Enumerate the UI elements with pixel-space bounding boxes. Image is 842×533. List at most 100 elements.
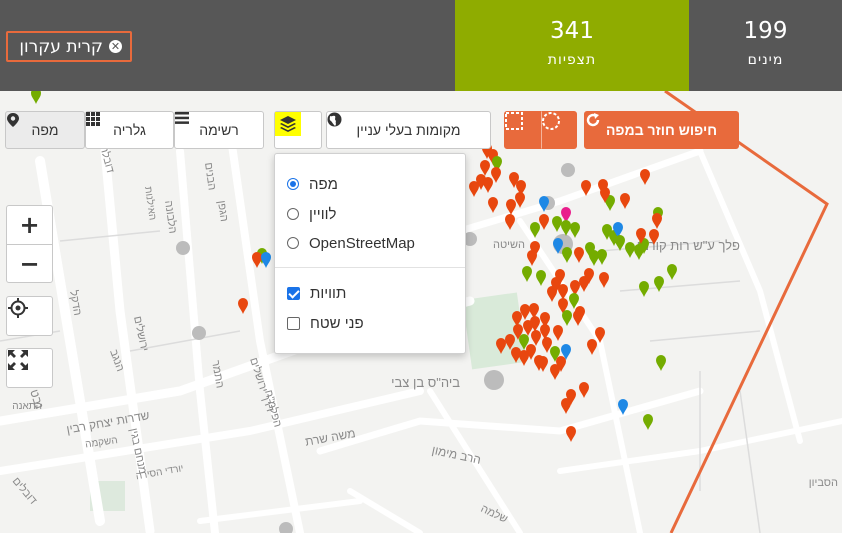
- fullscreen-button[interactable]: [6, 348, 53, 388]
- map-view-button[interactable]: מפה: [5, 111, 85, 149]
- observation-marker[interactable]: [654, 276, 664, 292]
- close-circle-icon[interactable]: ✕: [109, 40, 122, 53]
- bus-stop-icon: [279, 522, 293, 533]
- map-label: הרב מימון: [431, 443, 483, 467]
- circle-select-icon: [542, 112, 560, 130]
- overlay-terrain-option[interactable]: פני שטח: [287, 312, 364, 334]
- grid-icon: [86, 112, 100, 126]
- map-label: ביה"ס בן צבי: [391, 375, 460, 390]
- zoom-in-icon: +: [19, 211, 40, 239]
- map-label: הגפן: [215, 200, 230, 223]
- radio-button[interactable]: [287, 178, 299, 190]
- base-layer-map-option[interactable]: מפה: [287, 173, 338, 195]
- globe-icon: [327, 112, 342, 127]
- list-icon: [175, 112, 189, 124]
- observation-marker[interactable]: [579, 382, 589, 398]
- observation-marker[interactable]: [570, 222, 580, 238]
- zoom-control: + −: [6, 205, 53, 283]
- observation-marker[interactable]: [550, 364, 560, 380]
- observation-marker[interactable]: [483, 177, 493, 193]
- map-marker-icon: [7, 113, 19, 127]
- observation-marker[interactable]: [640, 169, 650, 185]
- observation-marker[interactable]: [639, 281, 649, 297]
- base-layer-osm-option[interactable]: OpenStreetMap: [287, 232, 415, 254]
- observation-marker[interactable]: [515, 192, 525, 208]
- observation-marker[interactable]: [620, 193, 630, 209]
- map-label: דובלים: [10, 475, 40, 507]
- observation-marker[interactable]: [505, 214, 515, 230]
- map-view-label: מפה: [31, 122, 59, 138]
- observation-marker[interactable]: [527, 250, 537, 266]
- fullscreen-icon: [8, 350, 28, 370]
- observation-marker[interactable]: [566, 426, 576, 442]
- map-label: השיטה: [493, 239, 525, 251]
- base-layer-label: לוויין: [309, 205, 337, 223]
- radio-button[interactable]: [287, 208, 299, 220]
- place-filter-chip[interactable]: קרית עקרון ✕: [6, 31, 132, 62]
- observation-marker[interactable]: [561, 220, 571, 236]
- observation-marker[interactable]: [488, 197, 498, 213]
- observation-marker[interactable]: [562, 247, 572, 263]
- observation-marker[interactable]: [597, 249, 607, 265]
- overlay-label: תוויות: [310, 284, 347, 302]
- places-of-interest-label: מקומות בעלי עניין: [356, 122, 461, 138]
- list-view-button[interactable]: רשימה: [174, 111, 264, 149]
- observation-marker[interactable]: [238, 298, 248, 314]
- rectangle-select-button[interactable]: [504, 111, 541, 149]
- circle-select-button[interactable]: [541, 111, 577, 149]
- checkbox[interactable]: [287, 286, 300, 300]
- species-stat[interactable]: 199 מינים: [689, 0, 842, 91]
- bus-stop-icon: [192, 326, 206, 340]
- redo-search-label: חיפוש חוזר במפה: [605, 122, 718, 138]
- overlay-labels-option[interactable]: תוויות: [287, 282, 346, 304]
- bus-stop-icon: [176, 241, 190, 255]
- observation-marker[interactable]: [480, 160, 490, 176]
- observation-marker[interactable]: [574, 247, 584, 263]
- observation-marker[interactable]: [252, 252, 262, 268]
- checkbox[interactable]: [287, 316, 300, 330]
- layers-icon: [275, 112, 301, 136]
- map-label: ירושלים: [131, 315, 151, 352]
- observation-marker[interactable]: [522, 266, 532, 282]
- observation-marker[interactable]: [587, 339, 597, 355]
- observations-stat[interactable]: 341 תצפיות: [455, 0, 689, 91]
- observation-marker[interactable]: [519, 350, 529, 366]
- base-layer-label: OpenStreetMap: [309, 234, 415, 252]
- observation-marker[interactable]: [599, 272, 609, 288]
- observation-marker[interactable]: [536, 270, 546, 286]
- observation-marker[interactable]: [531, 330, 541, 346]
- zoom-out-icon: −: [19, 250, 40, 278]
- observation-marker[interactable]: [539, 214, 549, 230]
- map-label: הלבונה: [162, 200, 180, 235]
- redo-search-button[interactable]: חיפוש חוזר במפה: [584, 111, 739, 149]
- layers-dropdown: מפה לוויין OpenStreetMap תוויות פני שטח: [274, 153, 466, 354]
- observation-marker[interactable]: [652, 213, 662, 229]
- observation-marker[interactable]: [558, 284, 568, 300]
- observation-marker[interactable]: [469, 181, 479, 197]
- locate-button[interactable]: [6, 296, 53, 336]
- species-label: מינים: [747, 52, 784, 68]
- observation-marker[interactable]: [625, 242, 635, 258]
- layers-button[interactable]: [274, 111, 322, 149]
- observation-marker[interactable]: [656, 355, 666, 371]
- header-bar: קרית עקרון ✕ 341 תצפיות 199 מינים: [0, 0, 842, 91]
- radio-button[interactable]: [287, 237, 299, 249]
- bus-stop-icon: [561, 163, 575, 177]
- observation-marker[interactable]: [667, 264, 677, 280]
- observation-marker[interactable]: [562, 310, 572, 326]
- grid-view-button[interactable]: גלריה: [85, 111, 174, 149]
- school-icon: [484, 370, 504, 390]
- observation-marker[interactable]: [31, 91, 41, 104]
- observation-marker[interactable]: [552, 216, 562, 232]
- map-label: האילנות: [142, 186, 159, 221]
- observation-marker[interactable]: [553, 325, 563, 341]
- base-layer-satellite-option[interactable]: לוויין: [287, 203, 336, 225]
- observation-marker[interactable]: [261, 252, 271, 268]
- zoom-out-button[interactable]: −: [7, 245, 52, 283]
- rectangle-select-icon: [505, 112, 523, 130]
- observation-marker[interactable]: [643, 414, 653, 430]
- map-label: התמר: [209, 359, 226, 389]
- zoom-in-button[interactable]: +: [7, 206, 52, 245]
- places-of-interest-button[interactable]: מקומות בעלי עניין: [326, 111, 491, 149]
- grid-view-label: גלריה: [113, 122, 146, 138]
